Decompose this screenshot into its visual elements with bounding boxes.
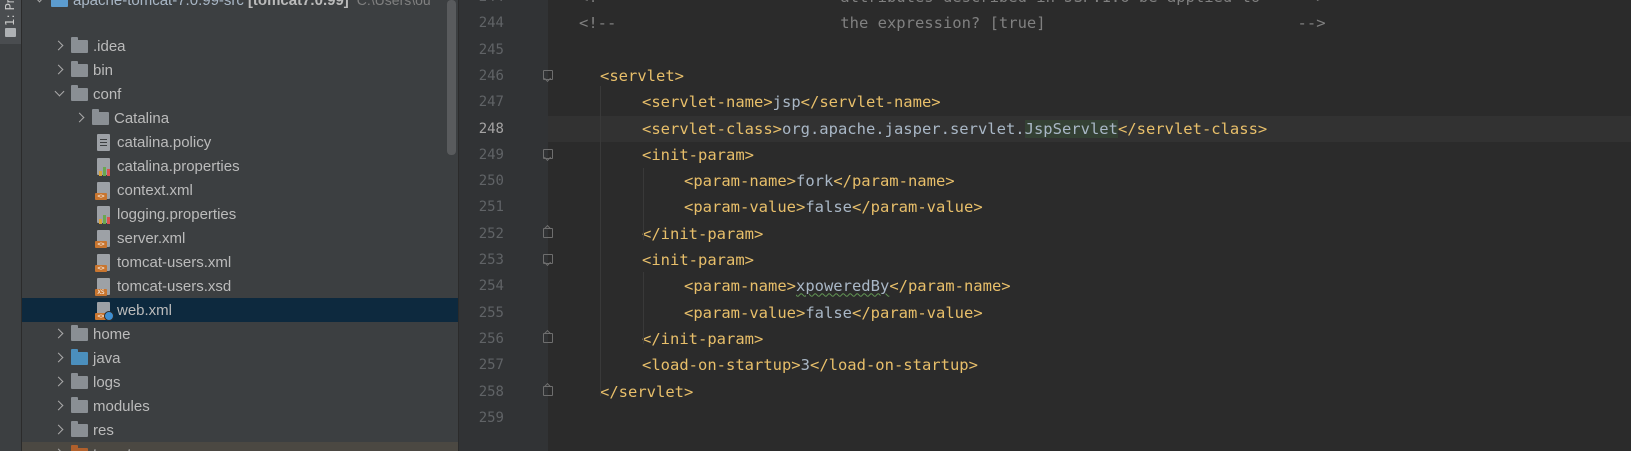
code-token: </param-name>	[833, 172, 955, 191]
code-token: <servlet-class>	[642, 119, 782, 138]
code-line[interactable]: 253 <init-param>	[0, 247, 1631, 273]
line-number: 244	[478, 15, 504, 32]
fold-collapse-icon[interactable]	[543, 69, 553, 82]
code-token: </param-value>	[852, 303, 983, 322]
line-number: 257	[478, 357, 504, 374]
code-text: </servlet>	[600, 379, 693, 405]
code-line[interactable]: 255 <param-value>false</param-value>	[0, 300, 1631, 326]
code-token: 3	[800, 356, 810, 375]
code-token: xpoweredBy	[795, 277, 890, 296]
code-token: <param-name>	[684, 277, 796, 296]
code-token: <param-name>	[684, 172, 796, 191]
code-token: </param-value>	[852, 198, 983, 217]
code-line[interactable]: 249 <init-param>	[0, 142, 1631, 168]
code-token: false	[805, 198, 852, 217]
code-line[interactable]: 256 </init-param>	[0, 326, 1631, 352]
indent-guide	[600, 86, 601, 396]
code-line[interactable]: 244 <!-- attributes described in JSP.1.6 …	[0, 0, 1631, 10]
code-line[interactable]: 244 <!-- the expression? [true] -->	[0, 10, 1631, 36]
line-number: 246	[478, 67, 504, 84]
line-number: 245	[478, 41, 504, 58]
code-token: <init-param>	[642, 251, 754, 269]
indent-guide	[643, 272, 644, 344]
line-number: 249	[478, 146, 504, 163]
code-line[interactable]: 254 <param-name>xpoweredBy</param-name>	[0, 273, 1631, 299]
code-token: </servlet-name>	[800, 93, 941, 112]
line-number: 252	[478, 225, 504, 242]
fold-end-icon[interactable]	[543, 332, 553, 345]
code-token: <servlet>	[600, 66, 684, 85]
code-token: <load-on-startup>	[642, 356, 801, 375]
code-token: <!-- attributes described in JSP.1.6 be …	[579, 0, 1326, 6]
code-token: </init-param>	[642, 329, 764, 348]
code-text: <init-param>	[642, 142, 754, 168]
code-text: <load-on-startup>3</load-on-startup>	[642, 352, 978, 378]
code-text: <!-- the expression? [true] -->	[579, 10, 1326, 36]
tree-item-target[interactable]: target	[22, 442, 458, 451]
line-number: 247	[478, 94, 504, 111]
code-text: <!-- attributes described in JSP.1.6 be …	[579, 0, 1326, 10]
fold-collapse-icon[interactable]	[543, 148, 553, 161]
code-token: </servlet>	[600, 382, 694, 401]
code-token: jsp	[772, 93, 801, 112]
code-token: fork	[795, 172, 834, 191]
code-token: </servlet-class>	[1117, 119, 1268, 138]
line-number: 250	[478, 173, 504, 190]
code-token: </load-on-startup>	[809, 356, 978, 375]
folder-icon	[71, 444, 88, 451]
code-token: <init-param>	[642, 145, 754, 164]
code-text: <param-value>false</param-value>	[684, 194, 983, 220]
code-text: <param-name>fork</param-name>	[684, 168, 955, 194]
code-text: </init-param>	[642, 326, 763, 352]
code-line[interactable]: 252 </init-param>	[0, 221, 1631, 247]
code-text: <servlet-name>jsp</servlet-name>	[642, 89, 941, 115]
fold-collapse-icon[interactable]	[543, 254, 553, 266]
indent-guide	[643, 168, 644, 240]
code-line[interactable]: 259	[0, 405, 1631, 431]
code-text: <servlet>	[600, 63, 684, 89]
code-token: </param-name>	[889, 277, 1011, 296]
code-line[interactable]: 247 <servlet-name>jsp</servlet-name>	[0, 89, 1631, 115]
code-line[interactable]: 258 </servlet>	[0, 379, 1631, 405]
code-token: <param-value>	[684, 303, 806, 322]
line-number: 256	[478, 330, 504, 347]
line-number: 258	[478, 383, 504, 400]
code-token: <param-value>	[684, 198, 806, 217]
line-number: 251	[478, 199, 504, 216]
code-token: <servlet-name>	[642, 93, 773, 112]
fold-end-icon[interactable]	[543, 385, 553, 398]
code-line[interactable]: 250 <param-name>fork</param-name>	[0, 168, 1631, 194]
code-text: </init-param>	[642, 221, 763, 247]
code-token: <!-- the expression? [true] -->	[579, 14, 1326, 33]
code-text: <param-name>xpoweredBy</param-name>	[684, 273, 1011, 299]
code-line[interactable]: 251 <param-value>false</param-value>	[0, 194, 1631, 220]
line-number: 255	[478, 304, 504, 321]
code-text: <init-param>	[642, 247, 754, 273]
code-token: JspServlet	[1024, 119, 1118, 138]
code-text: <servlet-class>org.apache.jasper.servlet…	[642, 116, 1267, 142]
code-token: </init-param>	[642, 224, 764, 243]
line-number: 248	[478, 120, 504, 137]
code-line[interactable]: 245	[0, 37, 1631, 63]
code-line[interactable]: 257 <load-on-startup>3</load-on-startup>	[0, 352, 1631, 378]
code-line[interactable]: 248 <servlet-class>org.apache.jasper.serv…	[0, 115, 1631, 142]
code-token: false	[805, 303, 852, 322]
code-token: org.apache.jasper.servlet.	[781, 119, 1025, 138]
code-line[interactable]: 246 <servlet>	[0, 63, 1631, 89]
line-number: 244	[459, 0, 504, 10]
line-number: 253	[478, 252, 504, 268]
tree-item-label: target	[93, 446, 131, 451]
line-number: 259	[478, 409, 504, 426]
code-text: <param-value>false</param-value>	[684, 300, 983, 326]
fold-end-icon[interactable]	[543, 227, 553, 240]
line-number: 254	[478, 278, 504, 295]
